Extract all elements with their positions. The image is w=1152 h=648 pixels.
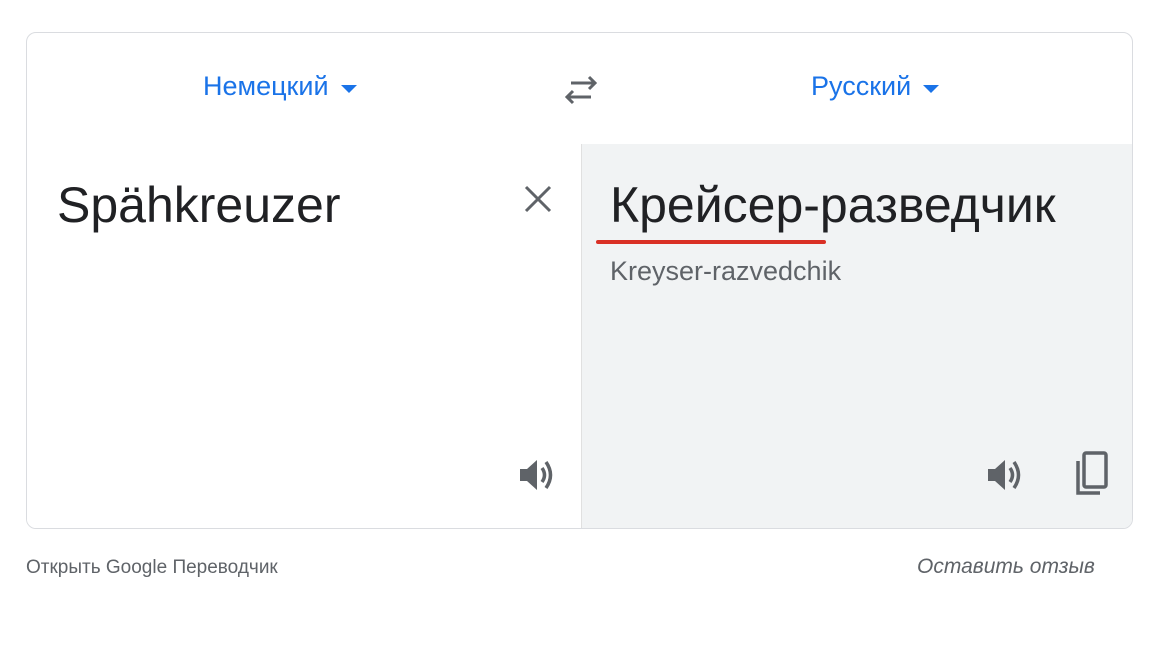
target-text: Крейсер-разведчик [610, 177, 1056, 233]
copy-icon [1076, 451, 1108, 495]
swap-languages-button[interactable] [559, 73, 603, 107]
speaker-icon [520, 460, 553, 490]
translate-card: Немецкий Русский Spähkreuzer Крейсер-раз… [26, 32, 1133, 529]
target-language-label: Русский [811, 71, 912, 101]
feedback-link[interactable]: Оставить отзыв [917, 555, 1095, 579]
speaker-icon [988, 460, 1021, 490]
listen-target-button[interactable] [984, 454, 1026, 496]
spellcheck-underline [596, 240, 826, 244]
transliteration-text: Kreyser-razvedchik [610, 256, 842, 286]
source-language-selector[interactable]: Немецкий [203, 71, 357, 102]
clear-source-button[interactable] [521, 182, 555, 216]
source-language-label: Немецкий [203, 71, 329, 101]
close-icon [524, 185, 552, 213]
source-text[interactable]: Spähkreuzer [57, 176, 341, 234]
target-language-selector[interactable]: Русский [811, 71, 940, 102]
caret-down-icon [340, 84, 357, 93]
language-bar: Немецкий Русский [27, 33, 1132, 145]
target-panel: Крейсер-разведчик Kreyser-razvedchik [581, 144, 1132, 528]
swap-icon [564, 75, 598, 105]
source-panel[interactable]: Spähkreuzer [27, 144, 581, 528]
copy-translation-button[interactable] [1072, 449, 1112, 499]
caret-down-icon [923, 84, 940, 93]
listen-source-button[interactable] [517, 454, 557, 496]
open-translator-link[interactable]: Открыть Google Переводчик [26, 557, 278, 579]
